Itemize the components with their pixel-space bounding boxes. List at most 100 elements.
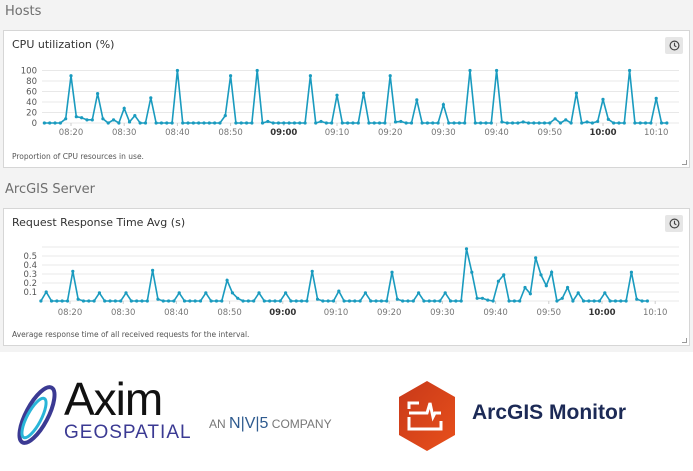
data-point (502, 273, 506, 277)
data-point (393, 120, 398, 124)
data-point (140, 299, 144, 303)
data-point (202, 121, 206, 125)
data-point (542, 121, 547, 125)
data-point (314, 121, 318, 125)
data-point (592, 299, 596, 303)
data-point (55, 299, 59, 303)
data-point (629, 270, 634, 274)
data-point (129, 299, 133, 303)
data-point (135, 299, 139, 303)
clock-icon (669, 40, 679, 51)
resize-handle[interactable] (682, 160, 687, 165)
data-point (284, 291, 288, 295)
data-point (298, 121, 302, 125)
data-point (145, 299, 149, 303)
data-point (363, 291, 368, 295)
data-point (101, 117, 105, 121)
data-point (550, 270, 554, 274)
data-point (581, 299, 586, 303)
data-point (80, 116, 84, 120)
data-point (379, 299, 383, 303)
data-point (369, 299, 373, 303)
data-point (548, 121, 552, 125)
data-point (608, 299, 612, 303)
data-point (452, 121, 456, 125)
data-point (388, 74, 392, 78)
data-point (489, 121, 493, 125)
data-point (448, 299, 453, 303)
x-tick-label: 10:10 (644, 128, 669, 138)
data-point (209, 299, 213, 303)
x-tick-label: 08:30 (112, 128, 137, 138)
data-point (207, 121, 211, 125)
data-point (420, 121, 424, 125)
data-point (512, 299, 516, 303)
x-tick-label: 09:30 (430, 308, 455, 318)
arcgis-monitor-wordmark: ArcGIS Monitor (472, 401, 627, 424)
data-point (596, 119, 600, 124)
data-point (278, 299, 282, 303)
data-point (65, 299, 70, 303)
data-point (260, 121, 265, 125)
data-point (480, 296, 485, 300)
time-range-button[interactable] (665, 215, 683, 232)
data-point (49, 299, 54, 303)
data-point (124, 291, 128, 295)
data-point (463, 121, 467, 125)
data-point (53, 121, 57, 125)
data-point (319, 119, 323, 124)
data-point (346, 121, 350, 125)
data-point (156, 297, 160, 301)
data-point (87, 299, 91, 303)
data-point (643, 121, 648, 125)
data-point (74, 115, 78, 119)
data-point (571, 299, 575, 303)
data-point (619, 299, 623, 303)
x-tick-label: 08:50 (218, 128, 243, 138)
data-point (229, 74, 233, 78)
data-point (362, 91, 366, 95)
data-point (161, 299, 165, 303)
cpu-panel: 0 20 40 60 80 100 08:20 08:30 08:40 08:50 09:00 09:… (3, 30, 690, 168)
data-point (496, 279, 501, 283)
clock-icon (669, 218, 679, 229)
y-tick-label: 0.4 (23, 261, 37, 271)
data-point (659, 121, 664, 125)
data-point (175, 68, 179, 73)
data-point (454, 299, 458, 303)
data-point (409, 121, 414, 125)
data-point (127, 120, 132, 124)
data-point (271, 121, 275, 125)
data-point (432, 299, 437, 303)
x-tick-label: 08:40 (165, 128, 190, 138)
data-point (172, 299, 176, 303)
data-point (257, 291, 261, 295)
data-point (518, 299, 522, 303)
data-point (315, 297, 320, 301)
data-point (475, 296, 479, 300)
data-point (431, 121, 435, 125)
data-point (340, 121, 344, 125)
data-point (585, 120, 589, 124)
data-point (276, 121, 281, 125)
data-point (438, 299, 442, 303)
data-point (580, 121, 584, 125)
data-point (390, 270, 394, 274)
data-point (122, 106, 126, 110)
data-point (186, 121, 190, 125)
data-point (523, 285, 527, 290)
y-tick-label: 0 (32, 119, 37, 129)
data-point (337, 289, 341, 293)
resize-handle[interactable] (682, 338, 687, 343)
data-point (486, 298, 490, 302)
data-point (230, 291, 235, 295)
data-point (234, 121, 238, 125)
response-time-panel-title: Request Response Time Avg (s) (12, 216, 186, 229)
data-point (633, 121, 637, 125)
data-point (244, 121, 249, 125)
data-point (39, 299, 43, 303)
data-point (214, 299, 219, 303)
data-point (521, 120, 525, 124)
time-range-button[interactable] (665, 37, 683, 54)
data-point (321, 299, 325, 303)
